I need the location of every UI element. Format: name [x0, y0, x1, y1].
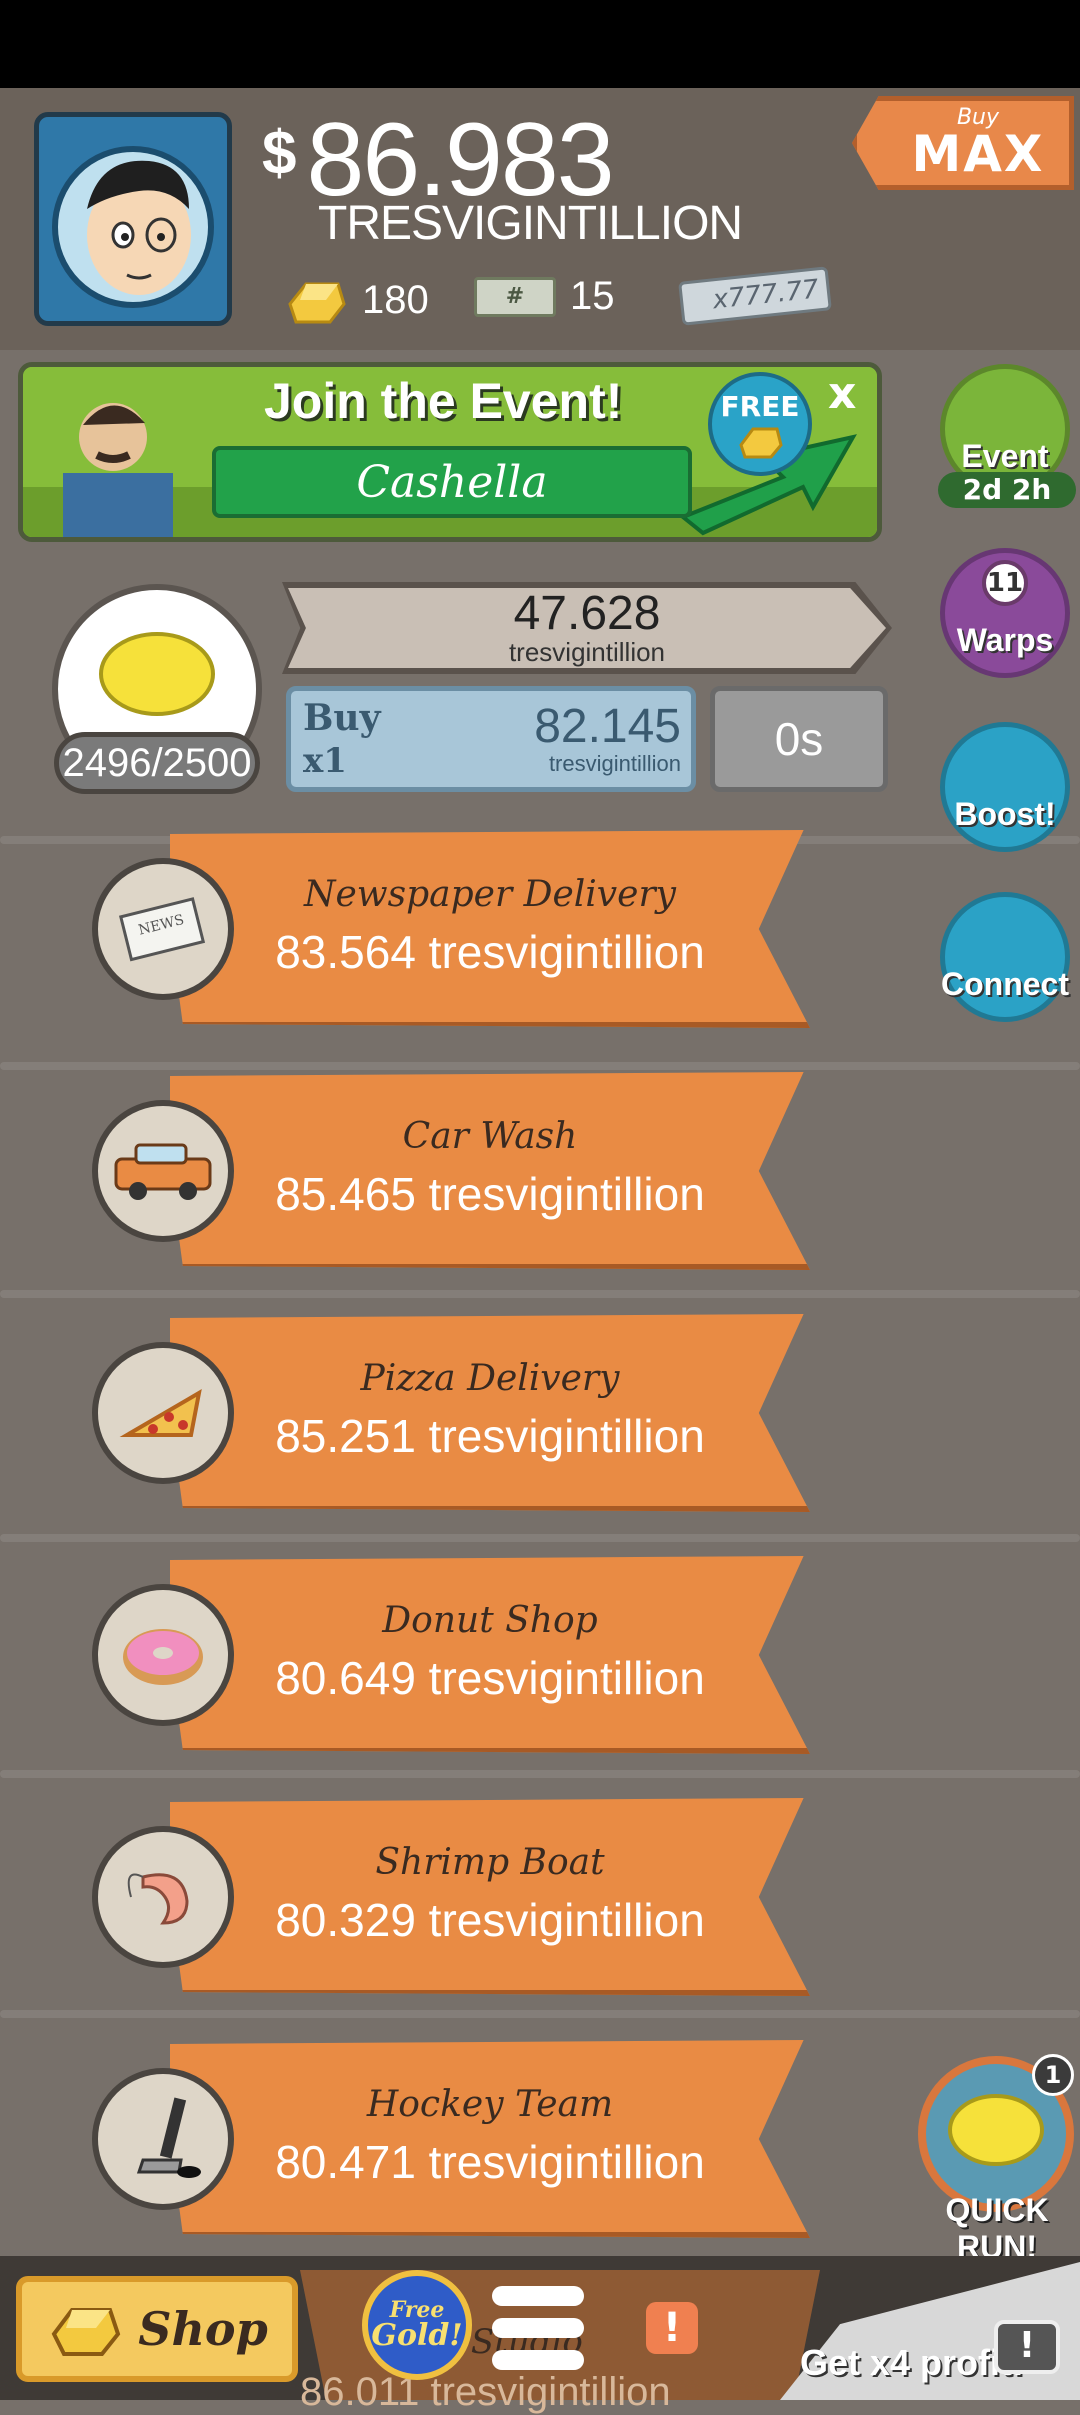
business-name: Shrimp Boat [375, 1841, 605, 1883]
free-label: FREE [720, 390, 800, 423]
megabucks-icon: # [474, 276, 556, 317]
mega-ticket-multiplier: x777.77 [711, 274, 821, 316]
business-row[interactable]: Newspaper Delivery 83.564 tresvigintillio… [170, 830, 810, 1028]
background-stripe [0, 1062, 1080, 1070]
free-gold-bottom-label: Gold! [371, 2318, 463, 2353]
gold-count: 180 [362, 277, 429, 322]
business-row[interactable]: Car Wash 85.465 tresvigintillion [170, 1072, 810, 1270]
business-profit: 85.465 tresvigintillion [275, 1167, 705, 1220]
gold-bar-icon [51, 2308, 121, 2356]
business-row[interactable]: Shrimp Boat 80.329 tresvigintillion [170, 1798, 810, 1996]
donut-icon[interactable] [92, 1584, 234, 1726]
quick-run-badge: 1 [1032, 2054, 1074, 2096]
profit-value: 47.628 [513, 586, 661, 640]
shop-label: Shop [138, 2302, 268, 2356]
mega-ticket-counter[interactable]: x777.77 [678, 266, 832, 326]
business-name: Donut Shop [382, 1599, 598, 1641]
megabucks-count: 15 [570, 274, 615, 318]
buy-max-button[interactable]: Buy MAX [852, 96, 1074, 190]
business-profit: 83.564 tresvigintillion [275, 925, 705, 978]
business-name: Newspaper Delivery [304, 873, 676, 915]
buy-quantity: x1 [303, 741, 347, 781]
mega-ticket-icon: x777.77 [678, 266, 832, 326]
buy-button[interactable]: Buy x1 82.145 tresvigintillion [286, 686, 696, 792]
owned-count: 2496/2500 [54, 732, 260, 794]
gold-bar-icon [739, 427, 783, 459]
event-name: Cashella [356, 456, 548, 508]
event-title: Join the Event! [264, 373, 623, 429]
business-name: Car Wash [402, 1115, 578, 1157]
free-gold-badge[interactable]: FREE [708, 372, 812, 476]
buy-label: Buy [303, 697, 381, 739]
boost-button[interactable]: Boost! [940, 722, 1070, 852]
close-icon[interactable]: x [828, 368, 856, 419]
warps-label: Warps [956, 622, 1054, 658]
menu-icon[interactable] [492, 2286, 588, 2374]
connect-button[interactable]: Connect [940, 892, 1070, 1022]
gold-counter[interactable]: 180 [282, 274, 429, 326]
business-profit: 85.251 tresvigintillion [275, 1409, 705, 1462]
hockey-stick-icon[interactable] [92, 2068, 234, 2210]
business-name: Pizza Delivery [360, 1357, 620, 1399]
money-unit: TRESVIGINTILLION [318, 197, 743, 250]
buy-max-label: MAX [911, 125, 1045, 183]
buy-cost-unit: tresvigintillion [548, 751, 681, 776]
business-row[interactable]: Hockey Team 80.471 tresvigintillion [170, 2040, 810, 2238]
timer-box: 0s [710, 686, 888, 792]
business-profit: 80.471 tresvigintillion [275, 2135, 705, 2188]
event-name-bar[interactable]: Cashella [212, 446, 692, 518]
car-icon[interactable] [92, 1100, 234, 1242]
background-stripe [0, 1290, 1080, 1298]
x4-profit-label[interactable]: Get x4 profit! [800, 2342, 1024, 2384]
event-side-label: Event [961, 438, 1049, 474]
warps-count: 11 [982, 560, 1028, 606]
timer-value: 0s [774, 713, 824, 765]
business-row[interactable]: Donut Shop 80.649 tresvigintillion [170, 1556, 810, 1754]
alert-icon[interactable]: ! [646, 2302, 698, 2354]
boost-label: Boost! [954, 796, 1056, 832]
shop-button[interactable]: Shop [16, 2276, 298, 2382]
profit-bar: 47.628 tresvigintillion [288, 588, 886, 668]
profit-unit: tresvigintillion [508, 636, 666, 667]
pizza-icon[interactable] [92, 1342, 234, 1484]
background-stripe [0, 1534, 1080, 1542]
next-business-value: 86.011 tresvigintillion [300, 2370, 671, 2414]
background-stripe [0, 2010, 1080, 2018]
business-profit: 80.329 tresvigintillion [275, 1893, 705, 1946]
background-stripe [0, 1770, 1080, 1778]
connect-label: Connect [941, 966, 1069, 1002]
currency-sign: $ [262, 119, 297, 188]
tv-icon[interactable]: ! [994, 2320, 1060, 2374]
quick-run-label: QUICK RUN! [945, 2192, 1049, 2265]
newspaper-icon[interactable]: NEWS [92, 858, 234, 1000]
avatar[interactable] [34, 112, 232, 326]
status-bar [0, 0, 1080, 88]
event-timer: 2d 2h [938, 472, 1076, 508]
business-name: Hockey Team [366, 2083, 614, 2125]
buy-cost-value: 82.145 [534, 700, 681, 753]
gold-bar-icon [288, 282, 346, 324]
free-gold-button[interactable]: Free Gold! [362, 2270, 472, 2380]
business-profit: 80.649 tresvigintillion [275, 1651, 705, 1704]
business-row[interactable]: Pizza Delivery 85.251 tresvigintillion [170, 1314, 810, 1512]
shrimp-icon[interactable] [92, 1826, 234, 1968]
megabucks-counter[interactable]: # 15 [474, 274, 615, 319]
